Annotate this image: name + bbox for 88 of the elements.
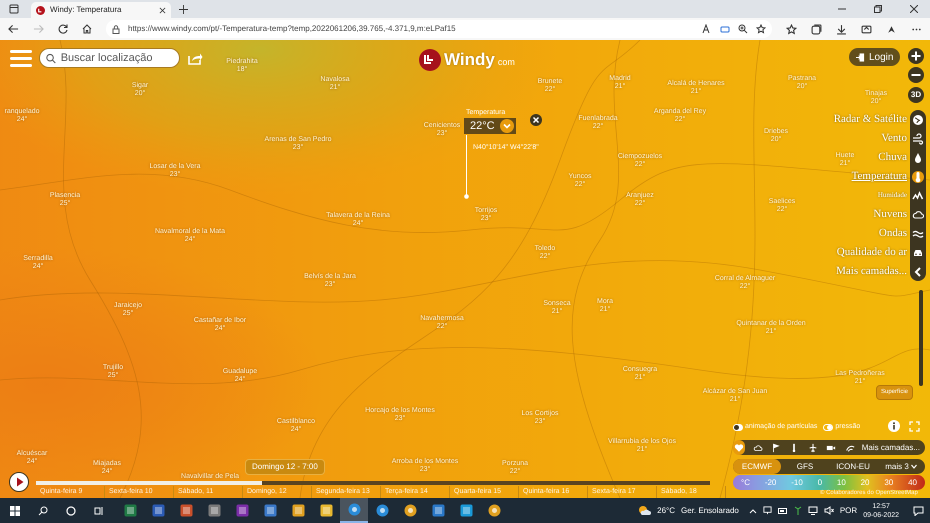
app-icon (208, 504, 220, 517)
caret-icon (910, 464, 917, 469)
legend-tick: 10 (836, 476, 846, 488)
more-layers-link[interactable]: Mais camadas... (862, 442, 920, 454)
refresh-icon[interactable] (58, 24, 68, 34)
home-icon[interactable] (82, 24, 92, 34)
tab-title: Windy: Temperatura (50, 4, 122, 16)
browser-tab[interactable]: Windy: Temperatura (31, 2, 171, 18)
antenna-icon[interactable] (794, 506, 802, 515)
zoom-icon[interactable] (738, 24, 748, 34)
chevron-up-icon[interactable] (748, 508, 757, 514)
zoom-out-icon[interactable] (908, 67, 924, 83)
new-tab-icon[interactable] (179, 5, 188, 14)
login-button[interactable]: Login (849, 48, 900, 66)
favorites-icon[interactable] (786, 24, 797, 34)
weather-text[interactable]: Ger. Ensolarado (681, 504, 739, 516)
windows-start-icon[interactable] (10, 506, 20, 516)
back-icon[interactable] (8, 24, 19, 34)
login-icon (856, 52, 865, 62)
restore-icon[interactable] (874, 5, 882, 13)
quick-layer-button[interactable] (733, 440, 746, 455)
raindrop-icon[interactable] (912, 152, 924, 164)
flag-icon (770, 442, 781, 452)
search-icon (46, 52, 56, 64)
close-icon[interactable] (530, 114, 542, 126)
lock-icon (112, 24, 120, 34)
zoom-in-icon[interactable] (908, 48, 924, 64)
logo-text: Windy (444, 49, 495, 71)
layer-item[interactable]: Mais camadas... (836, 263, 907, 280)
collections-icon[interactable] (811, 24, 822, 34)
tab-actions-icon[interactable] (9, 4, 19, 14)
layer-item[interactable]: Qualidade do ar (836, 244, 907, 261)
picker-value[interactable]: 22°C (464, 118, 516, 134)
model-tab[interactable]: ICON-EU (829, 459, 877, 474)
search-field[interactable]: Buscar localização (39, 48, 180, 68)
model-tab[interactable]: mais 3 (877, 459, 925, 474)
humidity-icon[interactable] (912, 190, 924, 202)
cloud-sun-icon (752, 442, 763, 452)
cloud-icon[interactable] (912, 208, 924, 220)
close-icon[interactable] (159, 6, 166, 14)
speaker-icon[interactable] (824, 506, 834, 515)
info-icon[interactable] (888, 420, 900, 432)
task-view-icon[interactable] (94, 506, 104, 516)
legend-tick: -10 (791, 476, 803, 488)
display-icon[interactable] (808, 506, 818, 515)
legend-tick: 40 (908, 476, 917, 488)
taskbar-app[interactable] (340, 498, 368, 523)
layer-item[interactable]: Nuvens (873, 206, 907, 223)
model-tab[interactable]: ECMWF (733, 459, 781, 474)
wind-icon[interactable] (912, 132, 924, 144)
layer-item[interactable]: Vento (881, 130, 907, 147)
legend-unit: °C (741, 476, 750, 488)
layer-item[interactable]: Ondas (878, 225, 907, 242)
battery-icon[interactable] (778, 506, 788, 514)
search-icon[interactable] (38, 506, 48, 516)
layer-item[interactable]: Chuva (878, 149, 907, 166)
chevron-down-icon (500, 119, 514, 133)
heart-icon (734, 442, 744, 452)
scrollbar[interactable] (919, 290, 923, 386)
url-text: https://www.windy.com/pt/-Temperatura-temp?temp,2022061206,39.765,-4.371,9,m:eLPaf15 (128, 23, 457, 35)
thermometer-icon[interactable] (912, 170, 924, 182)
circle-icon[interactable] (66, 506, 76, 516)
legend-tick: 0 (818, 476, 822, 488)
logo-suffix: com (498, 56, 515, 69)
picker-pin-line (464, 135, 469, 199)
time-tooltip: Domingo 12 - 7:00 (245, 459, 325, 475)
legend-tick: 20 (860, 476, 870, 488)
airplane-icon (808, 442, 818, 452)
close-icon[interactable] (910, 5, 918, 13)
play-icon[interactable] (9, 472, 29, 492)
windy-logo-icon (36, 6, 45, 14)
address-bar[interactable]: https://www.windy.com/pt/-Temperatura-temp?temp,2022061206,39.765,-4.371,9,m:eLPaf15 (106, 20, 772, 38)
read-aloud-icon[interactable] (702, 24, 712, 34)
timeline-track[interactable] (36, 481, 710, 485)
notifications-icon[interactable] (913, 506, 924, 516)
legend-tick: -20 (764, 476, 776, 488)
weather-temperature[interactable]: 26°C (657, 504, 676, 516)
layer-item[interactable]: Radar & Satélite (834, 111, 907, 128)
windy-logo-icon (419, 48, 441, 71)
model-tab[interactable]: GFS (781, 459, 829, 474)
layer-item[interactable]: Temperatura (852, 168, 907, 185)
language-indicator[interactable]: POR (840, 504, 858, 516)
download-icon[interactable] (836, 24, 847, 34)
share-screen-icon[interactable] (861, 24, 872, 34)
legend-tick: 30 (884, 476, 894, 488)
favorite-add-icon[interactable] (756, 24, 766, 34)
toggle-switch[interactable] (823, 424, 834, 431)
weather-sun-cloud-icon[interactable] (638, 505, 652, 516)
